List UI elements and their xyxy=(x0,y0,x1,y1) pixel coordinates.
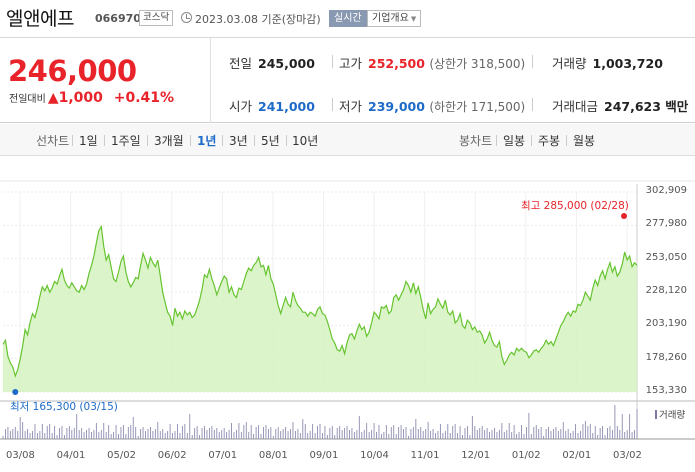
x-tick-label: 10/04 xyxy=(360,450,389,461)
tab-period-3m[interactable]: 3개월 xyxy=(154,132,184,149)
high-value: 252,500 xyxy=(368,56,425,71)
open-value: 241,000 xyxy=(258,99,315,114)
tab-monthly-candle[interactable]: 월봉 xyxy=(573,132,595,149)
x-tick-label: 08/01 xyxy=(258,450,288,461)
divider xyxy=(496,135,497,146)
volume-label: 거래량 xyxy=(552,56,587,71)
tab-period-1d[interactable]: 1일 xyxy=(79,132,98,149)
stock-code: 066970 xyxy=(95,12,141,25)
stock-name: 엘앤에프 xyxy=(6,8,74,30)
chevron-down-icon: ▼ xyxy=(410,15,417,23)
trade-value-label: 거래대금 xyxy=(552,99,599,114)
divider xyxy=(531,135,532,146)
market-badge: 코스닥 xyxy=(139,10,174,26)
x-tick-label: 12/01 xyxy=(461,450,491,461)
divider xyxy=(104,135,105,146)
x-tick-label: 03/02 xyxy=(613,450,642,461)
x-tick-label: 04/01 xyxy=(56,450,86,461)
divider xyxy=(72,135,73,146)
tab-period-10y[interactable]: 10년 xyxy=(292,132,318,149)
tab-period-1y[interactable]: 1년 xyxy=(197,132,216,149)
divider xyxy=(222,135,223,146)
y-tick-label: 302,909 xyxy=(645,185,687,196)
low-value: 239,000 xyxy=(368,99,425,114)
divider xyxy=(147,135,148,146)
x-tick-label: 05/02 xyxy=(107,450,136,461)
divider xyxy=(210,38,211,123)
day-high: 고가 252,500 (상한가 318,500) xyxy=(339,53,525,72)
current-price: 246,000 xyxy=(8,54,137,88)
price-chart[interactable]: 302,909 277,980 253,050 228,120 203,190 178,2… xyxy=(0,157,695,472)
trade-value: 거래대금 247,623 백만 xyxy=(552,96,688,115)
divider xyxy=(286,135,287,146)
realtime-button[interactable]: 실시간 xyxy=(329,10,367,27)
x-tick-label: 09/01 xyxy=(309,450,339,461)
company-info-label: 기업개요 xyxy=(372,13,409,24)
high-label: 고가 xyxy=(339,56,363,71)
x-tick-label: 06/02 xyxy=(157,450,187,461)
tab-weekly-candle[interactable]: 주봉 xyxy=(538,132,560,149)
upper-limit: (상한가 318,500) xyxy=(429,57,526,71)
volume: 거래량 1,003,720 xyxy=(552,53,663,72)
change-label: 전일대비 xyxy=(9,94,46,105)
low-marker xyxy=(12,388,19,395)
tab-period-1w[interactable]: 1주일 xyxy=(111,132,141,149)
change-percent: +0.41% xyxy=(113,90,175,106)
volume-value: 1,003,720 xyxy=(592,56,663,71)
price-panel: 246,000 전일대비 ▲1,000 +0.41% 전일 245,000 고가 25… xyxy=(0,38,695,123)
tab-period-3y[interactable]: 3년 xyxy=(229,132,248,149)
trade-value-amount: 247,623 백만 xyxy=(604,99,689,114)
candle-chart-tab[interactable]: 봉차트 xyxy=(459,132,492,149)
low-label: 저가 xyxy=(339,99,363,114)
y-tick-label: 178,260 xyxy=(645,351,687,363)
company-info-button[interactable]: 기업개요 ▼ xyxy=(367,10,422,27)
divider xyxy=(332,55,333,68)
open-price: 시가 241,000 xyxy=(229,96,315,115)
high-annotation: 최고 285,000 (02/28) xyxy=(521,199,629,212)
x-tick-label: 02/01 xyxy=(562,450,592,461)
divider xyxy=(532,55,533,68)
y-tick-label: 228,120 xyxy=(645,285,687,296)
y-tick-label: 203,190 xyxy=(645,318,687,330)
price-area xyxy=(3,226,637,392)
y-tick-label: 253,050 xyxy=(645,251,687,263)
clock-icon xyxy=(181,12,192,23)
x-tick-label: 03/08 xyxy=(6,450,35,461)
x-tick-label: 11/01 xyxy=(410,450,440,461)
divider xyxy=(332,98,333,111)
x-tick-label: 01/02 xyxy=(511,450,541,461)
low-annotation: 최저 165,300 (03/15) xyxy=(10,400,118,413)
change-amount: 1,000 xyxy=(58,90,103,106)
volume-legend: 거래량 xyxy=(655,407,685,421)
divider xyxy=(254,135,255,146)
divider xyxy=(566,135,567,146)
y-tick-label: 277,980 xyxy=(645,218,687,230)
high-marker xyxy=(621,212,627,219)
as-of-date: 2023.03.08 기준(장마감) xyxy=(195,13,321,26)
up-arrow-icon: ▲ xyxy=(47,90,59,106)
x-tick-label: 07/01 xyxy=(208,450,238,461)
divider xyxy=(190,135,191,146)
line-chart-tab[interactable]: 선차트 xyxy=(36,132,69,149)
day-low: 저가 239,000 (하한가 171,500) xyxy=(339,96,525,115)
open-label: 시가 xyxy=(229,99,253,114)
prev-close-value: 245,000 xyxy=(258,56,315,71)
divider xyxy=(532,98,533,111)
tab-daily-candle[interactable]: 일봉 xyxy=(503,132,525,149)
price-change: 전일대비 ▲1,000 +0.41% xyxy=(9,90,174,106)
y-tick-label: 153,330 xyxy=(645,385,687,396)
prev-close: 전일 245,000 xyxy=(229,53,315,72)
chart-tabs: 선차트 1일 1주일 3개월 1년 3년 5년 10년 봉차트 일봉 주봉 월봉 xyxy=(0,124,695,156)
stock-header: 엘앤에프 066970 코스닥 2023.03.08 기준(장마감) 실시간 기… xyxy=(0,0,695,38)
lower-limit: (하한가 171,500) xyxy=(429,100,526,114)
tab-period-5y[interactable]: 5년 xyxy=(261,132,280,149)
prev-close-label: 전일 xyxy=(229,56,253,71)
